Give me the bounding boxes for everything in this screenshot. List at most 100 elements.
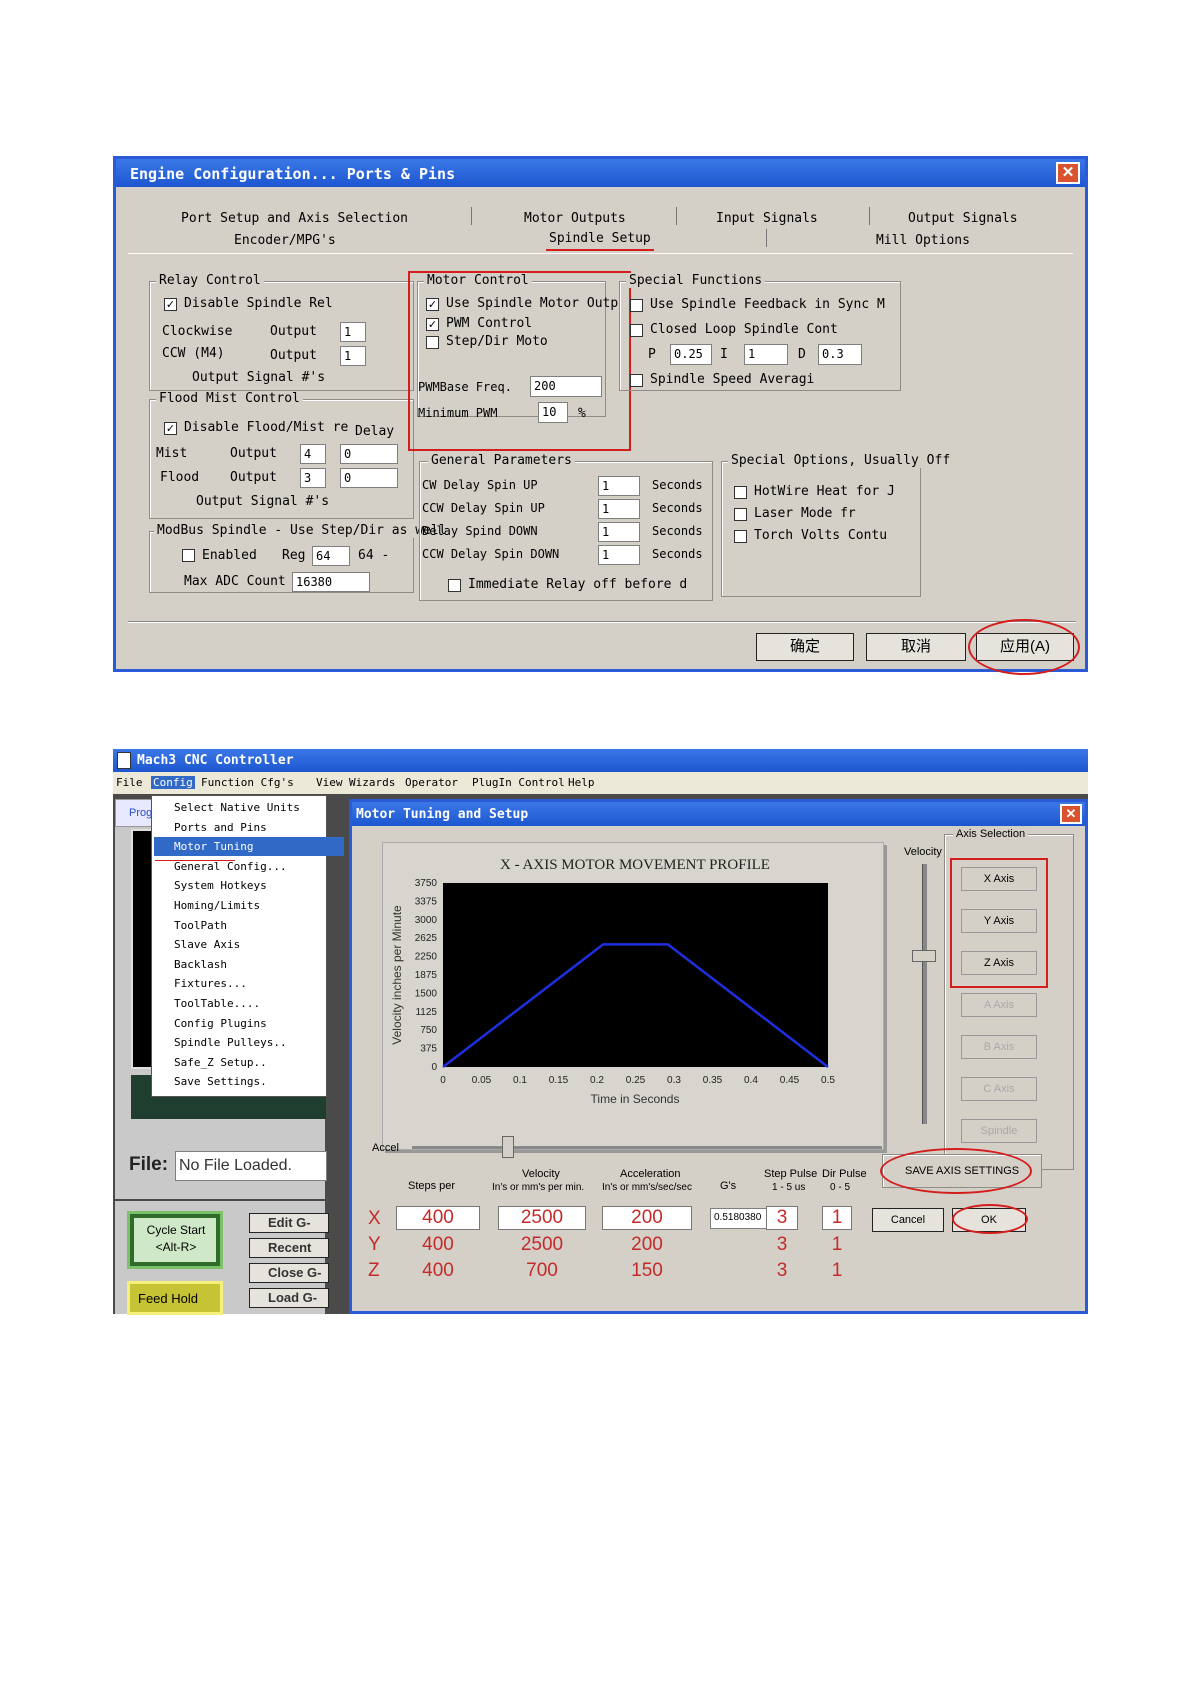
- config-menu-item[interactable]: Motor Tuning: [154, 837, 344, 857]
- y-tick-label: 750: [420, 1025, 437, 1036]
- gcode-side-button[interactable]: Close G-Code: [249, 1263, 329, 1283]
- i-label: I: [720, 347, 728, 362]
- config-menu-item[interactable]: Ports and Pins: [154, 818, 344, 837]
- acceleration-cell[interactable]: 200: [602, 1206, 692, 1230]
- flood-mist-legend: Flood Mist Control: [156, 391, 303, 406]
- general-param-unit: Seconds: [652, 547, 703, 561]
- ccw-output-field[interactable]: 1: [340, 346, 366, 366]
- axis-button[interactable]: A Axis: [961, 993, 1037, 1017]
- cw-output-field[interactable]: 1: [340, 322, 366, 342]
- config-menu-item[interactable]: Backlash: [154, 955, 344, 974]
- p-label: P: [648, 347, 656, 362]
- max-adc-field[interactable]: 16380: [292, 572, 370, 592]
- flood-output-field[interactable]: 3: [300, 468, 326, 488]
- config-menu-item[interactable]: System Hotkeys: [154, 876, 344, 895]
- accel-slider-track[interactable]: [412, 1146, 882, 1149]
- config-menu-item[interactable]: Config Plugins: [154, 1014, 344, 1033]
- config-menu-item[interactable]: Safe_Z Setup..: [154, 1053, 344, 1072]
- reg-label: Reg: [282, 548, 306, 563]
- d-field[interactable]: 0.3: [818, 344, 862, 365]
- tab-mill-options[interactable]: Mill Options: [876, 233, 970, 248]
- menu-item[interactable]: Operator: [405, 776, 458, 789]
- p-field[interactable]: 0.25: [670, 344, 712, 365]
- spindle-averaging-checkbox[interactable]: [630, 374, 643, 387]
- accel-slider-thumb[interactable]: [502, 1136, 514, 1158]
- mist-delay-field[interactable]: 0: [340, 444, 398, 464]
- acceleration-cell: 200: [631, 1234, 663, 1255]
- cancel-tuning-button[interactable]: Cancel: [872, 1208, 944, 1232]
- flood-delay-field[interactable]: 0: [340, 468, 398, 488]
- config-menu-item[interactable]: Save Settings.: [154, 1072, 344, 1091]
- closed-loop-checkbox[interactable]: [630, 324, 643, 337]
- velocity-slider-thumb[interactable]: [912, 950, 936, 962]
- motor-tuning-close-button[interactable]: ✕: [1060, 804, 1082, 824]
- disable-flood-mist-checkbox[interactable]: ✓: [164, 422, 177, 435]
- gcode-side-button[interactable]: Recent File: [249, 1238, 329, 1258]
- config-menu-item[interactable]: Select Native Units: [154, 798, 344, 817]
- cycle-start-button[interactable]: Cycle Start <Alt-R>: [127, 1211, 223, 1269]
- mach3-title: Mach3 CNC Controller: [137, 753, 294, 768]
- reg-field[interactable]: 64: [312, 546, 350, 566]
- modbus-enabled-checkbox[interactable]: [182, 549, 195, 562]
- velocity-cell: 2500: [520, 1234, 564, 1255]
- tab-encoder[interactable]: Encoder/MPG's: [234, 233, 336, 248]
- general-param-field[interactable]: 1: [598, 499, 640, 519]
- immediate-relay-checkbox[interactable]: [448, 579, 461, 592]
- cancel-button[interactable]: 取消: [866, 633, 966, 661]
- config-menu-item[interactable]: Spindle Pulleys..: [154, 1033, 344, 1052]
- gcode-side-button[interactable]: Edit G-Code: [249, 1213, 329, 1233]
- step-pulse-cell[interactable]: 3: [766, 1206, 798, 1230]
- y-tick-label: 1125: [415, 1007, 437, 1018]
- gcode-side-button[interactable]: Load G-Code: [249, 1288, 329, 1308]
- disable-spindle-relay-checkbox[interactable]: ✓: [164, 298, 177, 311]
- i-field[interactable]: 1: [744, 344, 788, 365]
- mist-output-field[interactable]: 4: [300, 444, 326, 464]
- menu-item[interactable]: Function Cfg's: [201, 776, 294, 789]
- menu-item[interactable]: Help: [568, 776, 595, 789]
- velocity-cell[interactable]: 2500: [498, 1206, 586, 1230]
- config-menu-item[interactable]: ToolPath: [154, 916, 344, 935]
- axis-button[interactable]: B Axis: [961, 1035, 1037, 1059]
- step-pulse-cell: 3: [776, 1234, 788, 1255]
- ok-button[interactable]: 确定: [756, 633, 854, 661]
- menu-item[interactable]: PlugIn Control: [472, 776, 565, 789]
- hotwire-checkbox[interactable]: [734, 486, 747, 499]
- menu-item[interactable]: Config: [151, 776, 195, 789]
- menu-item[interactable]: View: [316, 776, 343, 789]
- general-param-field[interactable]: 1: [598, 476, 640, 496]
- config-menu-item[interactable]: Slave Axis: [154, 935, 344, 954]
- general-param-label: CCW Delay Spin DOWN: [422, 547, 560, 561]
- velocity-slider-track[interactable]: [922, 864, 927, 1124]
- ccw-output-label: Output: [270, 348, 317, 363]
- laser-mode-checkbox[interactable]: [734, 508, 747, 521]
- axis-button[interactable]: Spindle: [961, 1119, 1037, 1143]
- axis-button[interactable]: C Axis: [961, 1077, 1037, 1101]
- config-menu-item[interactable]: Homing/Limits: [154, 896, 344, 915]
- prog-tab[interactable]: Prog: [129, 807, 152, 819]
- relay-control-group: Relay Control ✓ Disable Spindle Rel Cloc…: [149, 273, 414, 391]
- menu-item[interactable]: Wizards: [349, 776, 395, 789]
- close-button[interactable]: ✕: [1056, 162, 1080, 184]
- dir-pulse-cell[interactable]: 1: [822, 1206, 852, 1230]
- general-param-field[interactable]: 1: [598, 522, 640, 542]
- modbus-legend: ModBus Spindle - Use Step/Dir as well: [154, 523, 450, 538]
- tab-input-signals[interactable]: Input Signals: [716, 211, 818, 226]
- steps-per-cell[interactable]: 400: [396, 1206, 480, 1230]
- config-menu-item[interactable]: Fixtures...: [154, 974, 344, 993]
- tab-motor-outputs[interactable]: Motor Outputs: [524, 211, 626, 226]
- spindle-feedback-checkbox[interactable]: [630, 299, 643, 312]
- torch-volts-checkbox[interactable]: [734, 530, 747, 543]
- feed-hold-button[interactable]: Feed Hold: [127, 1281, 223, 1315]
- tab-output-signals[interactable]: Output Signals: [908, 211, 1018, 226]
- general-param-field[interactable]: 1: [598, 545, 640, 565]
- velocity-cell: 700: [526, 1260, 558, 1281]
- mach3-window: Mach3 CNC Controller File Config Function …: [113, 749, 1088, 1315]
- tab-port-setup[interactable]: Port Setup and Axis Selection: [181, 211, 408, 226]
- config-menu-item[interactable]: ToolTable....: [154, 994, 344, 1013]
- x-tick-label: 0.35: [703, 1075, 723, 1086]
- y-tick-label: 2625: [415, 933, 438, 944]
- engine-config-dialog: Engine Configuration... Ports & Pins ✕ P…: [113, 156, 1088, 675]
- tab-spindle-setup[interactable]: Spindle Setup: [549, 231, 651, 246]
- mach3-app-icon: [117, 752, 131, 769]
- menu-item[interactable]: File: [116, 776, 143, 789]
